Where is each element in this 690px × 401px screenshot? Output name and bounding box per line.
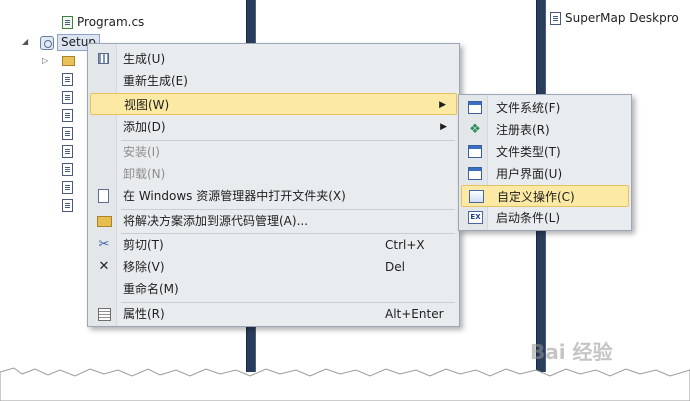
registry-icon: ❖ — [469, 122, 481, 137]
menu-item-uninstall: 卸载(N) — [90, 163, 457, 185]
tree-node-item[interactable] — [62, 160, 77, 178]
file-icon — [62, 199, 73, 212]
tree-node-folder[interactable] — [62, 51, 75, 69]
menu-item-label: 在 Windows 资源管理器中打开文件夹(X) — [123, 189, 346, 203]
menu-item-rebuild[interactable]: 重新生成(E) — [90, 70, 457, 92]
tree-node-item[interactable] — [62, 142, 77, 160]
tree-node-item[interactable] — [62, 106, 77, 124]
menu-item-add[interactable]: 添加(D) ▶ — [90, 116, 457, 138]
menu-item-label: 重新生成(E) — [123, 74, 188, 88]
submenu-item-registry[interactable]: ❖ 注册表(R) — [461, 119, 629, 141]
tree-node-label: Program.cs — [77, 15, 145, 29]
file-types-icon — [468, 145, 482, 158]
menu-item-shortcut: Alt+Enter — [385, 307, 444, 321]
tree-node-item[interactable] — [62, 124, 77, 142]
submenu-item-file-system[interactable]: 文件系统(F) — [461, 97, 629, 119]
build-icon — [98, 53, 109, 64]
menu-item-shortcut: Ctrl+X — [385, 238, 425, 252]
menu-item-label: 文件系统(F) — [496, 101, 561, 115]
submenu-item-file-types[interactable]: 文件类型(T) — [461, 141, 629, 163]
menu-item-label: 安装(I) — [123, 145, 160, 159]
watermark: Bai 经验 — [530, 340, 613, 364]
menu-item-label: 启动条件(L) — [496, 211, 561, 225]
submenu-arrow-icon: ▶ — [440, 122, 447, 132]
submenu-item-custom-actions[interactable]: 自定义操作(C) — [461, 185, 629, 207]
menu-item-open-in-explorer[interactable]: 在 Windows 资源管理器中打开文件夹(X) — [90, 185, 457, 207]
submenu-arrow-icon: ▶ — [439, 100, 446, 110]
view-submenu: 文件系统(F) ❖ 注册表(R) 文件类型(T) 用户界面(U) 自定义操作(C… — [458, 94, 632, 231]
tree-node-item[interactable] — [62, 196, 77, 214]
source-control-icon — [97, 216, 112, 227]
menu-item-rename[interactable]: 重命名(M) — [90, 278, 457, 300]
document-icon — [550, 12, 561, 25]
menu-item-label: 将解决方案添加到源代码管理(A)... — [123, 214, 309, 228]
menu-item-cut[interactable]: ✂ 剪切(T) Ctrl+X — [90, 234, 457, 256]
menu-item-properties[interactable]: 属性(R) Alt+Enter — [90, 303, 457, 325]
menu-item-label: 注册表(R) — [496, 123, 550, 137]
file-icon — [62, 181, 73, 194]
file-icon — [62, 127, 73, 140]
csharp-file-icon — [62, 16, 73, 29]
submenu-item-user-interface[interactable]: 用户界面(U) — [461, 163, 629, 185]
menu-item-view[interactable]: 视图(W) ▶ — [90, 93, 457, 115]
folder-icon — [62, 55, 75, 66]
menu-item-label: 添加(D) — [123, 120, 166, 134]
torn-paper-edge — [0, 367, 690, 401]
menu-item-shortcut: Del — [385, 260, 405, 274]
menu-item-install: 安装(I) — [90, 141, 457, 163]
file-icon — [62, 163, 73, 176]
tree-node-item[interactable] — [62, 88, 77, 106]
custom-actions-icon — [469, 190, 484, 203]
menu-item-label: 视图(W) — [124, 98, 170, 112]
file-icon — [62, 91, 73, 104]
setup-project-icon — [40, 35, 54, 50]
file-icon — [62, 109, 73, 122]
expand-arrow-icon[interactable]: ▷ — [42, 52, 48, 70]
tree-node-item[interactable] — [62, 70, 77, 88]
tree-node-label: SuperMap Deskpro — [565, 11, 679, 25]
menu-item-label: 自定义操作(C) — [497, 190, 575, 204]
user-interface-icon — [468, 167, 482, 180]
menu-item-add-to-source-control[interactable]: 将解决方案添加到源代码管理(A)... — [90, 210, 457, 232]
file-system-icon — [468, 101, 482, 114]
menu-item-label: 剪切(T) — [123, 238, 164, 252]
menu-item-label: 生成(U) — [123, 52, 166, 66]
collapse-arrow-icon[interactable]: ◢ — [22, 33, 28, 51]
tree-node-item[interactable] — [62, 178, 77, 196]
launch-conditions-icon: EX — [468, 211, 483, 224]
open-folder-icon — [98, 189, 109, 203]
menu-item-label: 重命名(M) — [123, 282, 179, 296]
menu-item-label: 文件类型(T) — [496, 145, 561, 159]
context-menu: 生成(U) 重新生成(E) 视图(W) ▶ 添加(D) ▶ 安装(I) 卸载(N… — [87, 43, 460, 327]
menu-item-build[interactable]: 生成(U) — [90, 48, 457, 70]
menu-item-label: 移除(V) — [123, 260, 165, 274]
menu-item-label: 卸载(N) — [123, 167, 166, 181]
properties-icon — [98, 308, 111, 321]
remove-x-icon: ✕ — [98, 259, 110, 274]
menu-item-label: 用户界面(U) — [496, 167, 563, 181]
file-icon — [62, 73, 73, 86]
tree-node-supermap[interactable]: SuperMap Deskpro — [550, 9, 679, 27]
scissors-icon: ✂ — [98, 237, 110, 252]
menu-item-remove[interactable]: ✕ 移除(V) Del — [90, 256, 457, 278]
menu-item-label: 属性(R) — [123, 307, 165, 321]
tree-node-program-cs[interactable]: Program.cs — [62, 13, 144, 31]
submenu-item-launch-conditions[interactable]: EX 启动条件(L) — [461, 207, 629, 229]
file-icon — [62, 145, 73, 158]
